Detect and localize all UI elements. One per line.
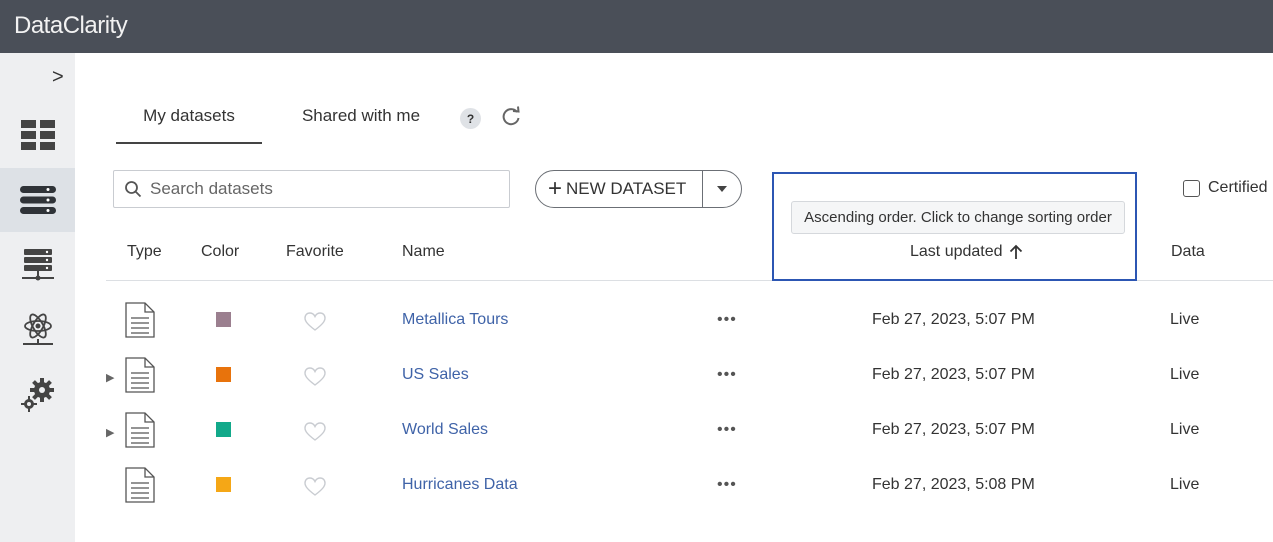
data-mode-value: Live [1170,311,1200,328]
tab-my-datasets-label: My datasets [143,106,235,125]
top-bar: DataClarity [0,0,1273,53]
more-options-button[interactable]: ••• [717,476,737,494]
favorite-heart-icon[interactable] [304,477,326,497]
column-header-data[interactable]: Data [1171,243,1205,261]
sidebar-item-data-servers[interactable] [0,233,75,297]
color-swatch [216,312,231,327]
tab-shared-with-me[interactable]: Shared with me [290,96,432,144]
column-header-favorite[interactable]: Favorite [286,243,344,261]
favorite-heart-icon[interactable] [304,422,326,442]
new-dataset-split-button: + NEW DATASET [535,170,742,208]
app-logo: DataClarity [14,12,128,39]
document-icon [125,412,155,448]
data-mode-value: Live [1170,366,1200,383]
color-swatch [216,367,231,382]
document-icon [125,357,155,393]
favorite-heart-icon[interactable] [304,312,326,332]
new-dataset-button[interactable]: + NEW DATASET [536,171,703,207]
tab-my-datasets[interactable]: My datasets [116,96,262,144]
server-icon [21,249,54,281]
sidebar-item-datasets[interactable] [0,168,75,232]
favorite-heart-icon[interactable] [304,367,326,387]
dataset-name-link[interactable]: Metallica Tours [402,311,508,329]
search-input[interactable] [150,177,490,201]
color-swatch [216,477,231,492]
new-dataset-label: NEW DATASET [566,179,687,198]
search-icon [125,181,142,198]
sidebar-expand-button[interactable]: > [52,67,70,87]
table-row[interactable]: Metallica Tours ••• Feb 27, 2023, 5:07 P… [106,302,1273,357]
certified-checkbox[interactable] [1183,179,1200,197]
last-updated-value: Feb 27, 2023, 5:07 PM [872,421,1035,438]
gears-icon [20,378,54,412]
data-mode-value: Live [1170,421,1200,438]
refresh-icon [502,106,520,126]
last-updated-value: Feb 27, 2023, 5:08 PM [872,476,1035,493]
column-header-type[interactable]: Type [127,243,162,261]
plus-icon: + [548,175,563,202]
color-swatch [216,422,231,437]
table-row[interactable]: ▶ World Sales ••• Feb 27, 2023, 5:07 PM … [106,412,1273,467]
dataset-name-link[interactable]: US Sales [402,366,469,384]
refresh-button[interactable] [500,106,522,128]
expand-row-icon[interactable]: ▶ [106,371,118,385]
expand-row-icon[interactable]: ▶ [106,426,118,440]
last-updated-value: Feb 27, 2023, 5:07 PM [872,311,1035,328]
sidebar-item-settings[interactable] [0,363,75,427]
datasets-icon [19,186,56,214]
dataset-name-link[interactable]: Hurricanes Data [402,476,518,494]
sort-tooltip: Ascending order. Click to change sorting… [791,201,1125,234]
more-options-button[interactable]: ••• [717,311,737,329]
caret-down-icon [717,186,727,192]
table-row[interactable]: ▶ US Sales ••• Feb 27, 2023, 5:07 PM Liv… [106,357,1273,412]
new-dataset-dropdown-button[interactable] [703,171,741,207]
sidebar-item-models[interactable] [0,298,75,362]
certified-label: Certified [1208,179,1268,196]
table-row[interactable]: Hurricanes Data ••• Feb 27, 2023, 5:08 P… [106,467,1273,522]
tab-shared-with-me-label: Shared with me [301,106,421,125]
dataset-name-link[interactable]: World Sales [402,421,488,439]
dashboard-icon [20,120,55,150]
search-box [113,170,510,208]
column-header-name[interactable]: Name [402,243,445,261]
atom-icon [22,313,53,345]
document-icon [125,467,155,503]
last-updated-value: Feb 27, 2023, 5:07 PM [872,366,1035,383]
sidebar: > [0,53,75,542]
certified-filter[interactable]: Certified [1183,179,1268,197]
more-options-button[interactable]: ••• [717,421,737,439]
more-options-button[interactable]: ••• [717,366,737,384]
data-mode-value: Live [1170,476,1200,493]
help-button[interactable]: ? [460,108,481,129]
column-header-color[interactable]: Color [201,243,239,261]
sidebar-item-dashboards[interactable] [0,103,75,167]
document-icon [125,302,155,338]
